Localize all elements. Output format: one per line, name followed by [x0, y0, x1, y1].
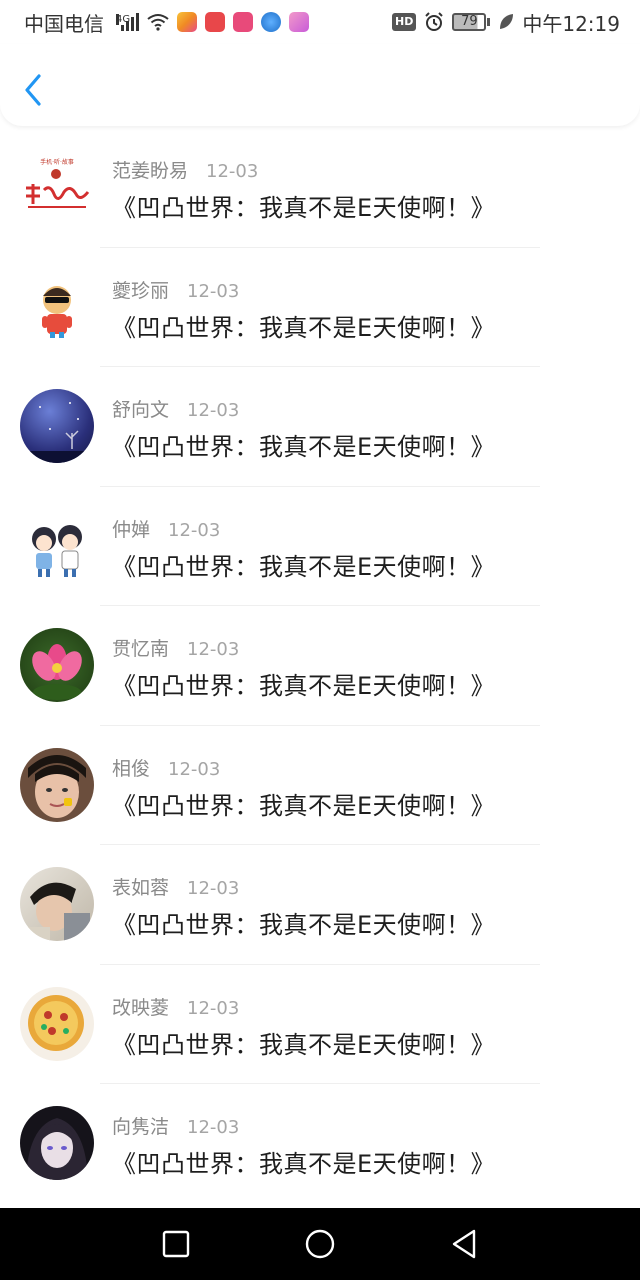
home-button[interactable]: [298, 1222, 342, 1266]
avatar[interactable]: [20, 1106, 94, 1180]
battery-level: 79: [452, 13, 487, 31]
comment-meta: 贯忆南 12-03: [112, 634, 239, 661]
comment-date: 12-03: [168, 758, 221, 780]
comment-date: 12-03: [187, 400, 240, 421]
app-icon-4: [261, 12, 281, 32]
status-bar: 中国电信 4G HD 79 中午12:19: [0, 0, 640, 44]
book-title[interactable]: 《凹凸世界：我真不是E天使啊！》: [112, 188, 495, 223]
avatar[interactable]: [20, 508, 94, 583]
comment-date: 12-03: [187, 1117, 240, 1138]
app-icon-3: [233, 12, 253, 32]
network-label: 4G: [116, 14, 131, 25]
status-right: HD 79 中午12:19: [392, 8, 620, 37]
comment-meta: 范姜盼易 12-03: [112, 156, 258, 183]
book-title[interactable]: 《凹凸世界：我真不是E天使啊！》: [112, 1025, 495, 1060]
app-icon-1: [177, 12, 197, 32]
header: [0, 44, 640, 126]
comment-list: 手机·听·故事 范姜盼易 12-03 《凹凸世界：我真不是E天使啊！》 夔珍丽 …: [0, 128, 640, 1208]
status-left: 中国电信 4G: [24, 8, 309, 37]
clock-label: 中午12:19: [522, 11, 620, 36]
app-icon-2: [205, 12, 225, 32]
avatar[interactable]: [20, 747, 94, 822]
back-button[interactable]: [18, 70, 48, 110]
comment-date: 12-03: [168, 519, 221, 541]
comment-date: 12-03: [206, 161, 259, 182]
book-title[interactable]: 《凹凸世界：我真不是E天使啊！》: [112, 547, 495, 582]
comment-meta: 相俊 12-03: [112, 754, 220, 781]
comment-meta: 仲婵 12-03: [112, 515, 220, 542]
avatar[interactable]: 手机·听·故事: [20, 150, 94, 224]
comment-meta: 向隽洁 12-03: [112, 1112, 239, 1139]
comment-meta: 舒向文 12-03: [112, 395, 239, 422]
user-name: 改映菱: [112, 996, 170, 1019]
avatar[interactable]: [20, 628, 94, 702]
wifi-icon: [147, 14, 169, 31]
user-name: 相俊: [112, 757, 151, 780]
recent-apps-button[interactable]: [154, 1222, 198, 1266]
carrier-label: 中国电信: [24, 11, 104, 36]
list-item[interactable]: 手机·听·故事 范姜盼易 12-03 《凹凸世界：我真不是E天使啊！》: [0, 128, 640, 248]
comment-date: 12-03: [187, 639, 240, 660]
list-item[interactable]: 舒向文 12-03 《凹凸世界：我真不是E天使啊！》: [0, 367, 640, 487]
chevron-left-icon: [25, 74, 41, 106]
avatar[interactable]: [20, 867, 94, 941]
book-title[interactable]: 《凹凸世界：我真不是E天使啊！》: [112, 427, 495, 462]
book-title[interactable]: 《凹凸世界：我真不是E天使啊！》: [112, 666, 495, 701]
user-name: 向隽洁: [112, 1116, 170, 1138]
nav-back-button[interactable]: [442, 1222, 486, 1266]
list-item[interactable]: 改映菱 12-03 《凹凸世界：我真不是E天使啊！》: [0, 965, 640, 1084]
list-item[interactable]: 仲婵 12-03 《凹凸世界：我真不是E天使啊！》: [0, 487, 640, 606]
list-item[interactable]: 夔珍丽 12-03 《凹凸世界：我真不是E天使啊！》: [0, 248, 640, 367]
book-title[interactable]: 《凹凸世界：我真不是E天使啊！》: [112, 308, 495, 343]
avatar[interactable]: [20, 269, 94, 344]
user-name: 范姜盼易: [112, 160, 189, 182]
user-name: 夔珍丽: [112, 279, 170, 302]
signal-icon: 4G: [114, 13, 139, 31]
book-title[interactable]: 《凹凸世界：我真不是E天使啊！》: [112, 905, 495, 940]
avatar[interactable]: [20, 389, 94, 463]
square-icon: [162, 1230, 190, 1258]
comment-date: 12-03: [187, 280, 240, 302]
list-item[interactable]: 向隽洁 12-03 《凹凸世界：我真不是E天使啊！》: [0, 1084, 640, 1204]
app-icon-5: [289, 12, 309, 32]
leaf-icon: [500, 14, 514, 29]
avatar[interactable]: [20, 986, 94, 1061]
list-item[interactable]: 相俊 12-03 《凹凸世界：我真不是E天使啊！》: [0, 726, 640, 845]
user-name: 仲婵: [112, 518, 151, 541]
hd-badge: HD: [392, 13, 417, 31]
user-name: 表如蓉: [112, 877, 170, 899]
comment-date: 12-03: [187, 878, 240, 899]
alarm-icon: [425, 12, 444, 31]
book-title[interactable]: 《凹凸世界：我真不是E天使啊！》: [112, 1144, 495, 1179]
comment-meta: 夔珍丽 12-03: [112, 276, 239, 303]
list-item[interactable]: 贯忆南 12-03 《凹凸世界：我真不是E天使啊！》: [0, 606, 640, 726]
comment-date: 12-03: [187, 997, 240, 1019]
battery-icon: 79: [452, 13, 491, 31]
svg-text:手机·听·故事: 手机·听·故事: [40, 158, 74, 166]
comment-meta: 表如蓉 12-03: [112, 873, 239, 900]
comment-meta: 改映菱 12-03: [112, 993, 239, 1020]
list-item[interactable]: 表如蓉 12-03 《凹凸世界：我真不是E天使啊！》: [0, 845, 640, 965]
triangle-back-icon: [452, 1229, 476, 1259]
user-name: 贯忆南: [112, 638, 170, 660]
book-title[interactable]: 《凹凸世界：我真不是E天使啊！》: [112, 786, 495, 821]
circle-icon: [305, 1229, 335, 1259]
navigation-bar: [0, 1208, 640, 1280]
user-name: 舒向文: [112, 399, 170, 421]
